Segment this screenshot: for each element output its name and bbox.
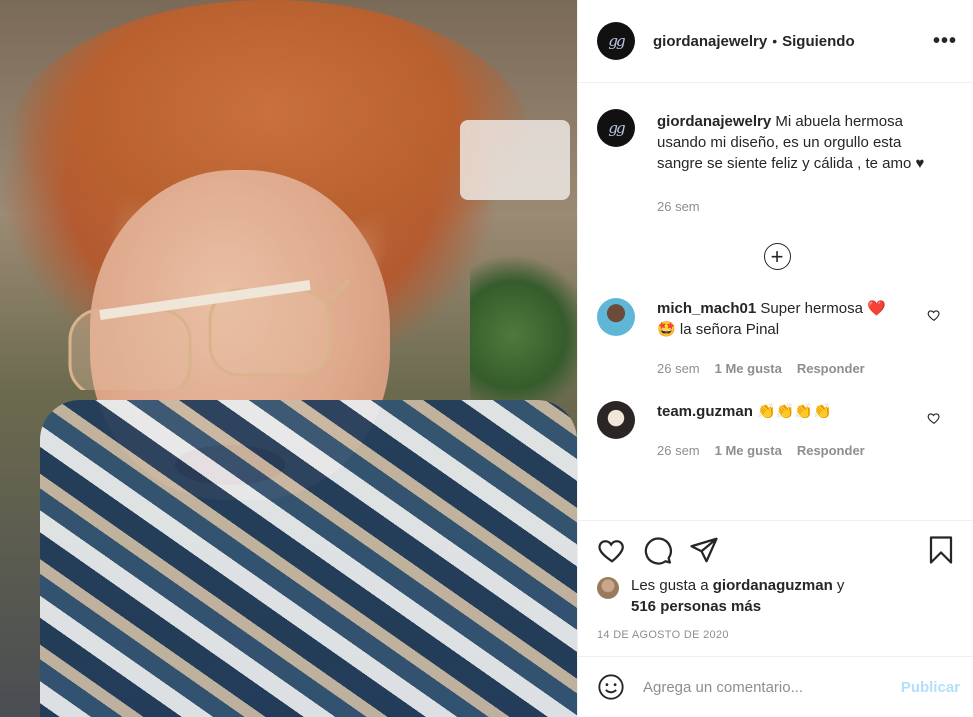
comment-emoji: 👏👏👏👏 bbox=[757, 403, 832, 420]
comment-body: mich_mach01 Super hermosa ❤️ 🤩 la señora… bbox=[657, 298, 907, 379]
post-photo[interactable] bbox=[0, 0, 577, 717]
comment-reply-button[interactable]: Responder bbox=[797, 440, 865, 461]
photo-background-chair bbox=[460, 120, 570, 200]
caption-avatar[interactable]: gg bbox=[597, 109, 635, 147]
comment-avatar[interactable] bbox=[597, 401, 635, 439]
comment-username[interactable]: team.guzman bbox=[657, 403, 753, 420]
photo-background-plant bbox=[470, 250, 577, 420]
comment-username[interactable]: mich_mach01 bbox=[657, 300, 756, 317]
comment-input[interactable]: Agrega un comentario... bbox=[643, 679, 901, 696]
caption-avatar-monogram: gg bbox=[608, 119, 625, 137]
post-actions: Les gusta a giordanaguzman y 516 persona… bbox=[578, 520, 973, 641]
caption-body: giordanajewelry Mi abuela hermosa usando… bbox=[657, 111, 947, 217]
heart-icon[interactable] bbox=[927, 411, 941, 425]
caption-time[interactable]: 26 sem bbox=[657, 196, 947, 217]
comment-text: Super hermosa bbox=[760, 300, 863, 317]
comment-icon[interactable] bbox=[643, 535, 673, 565]
publish-button[interactable]: Publicar bbox=[901, 679, 960, 696]
photo-scarf bbox=[40, 400, 577, 717]
emoji-icon[interactable] bbox=[597, 673, 625, 701]
comment-likes[interactable]: 1 Me gusta bbox=[715, 440, 782, 461]
likes-count[interactable]: 516 personas más bbox=[631, 598, 761, 615]
comment-text: la señora Pinal bbox=[679, 321, 780, 338]
likes-prefix: Les gusta a bbox=[631, 577, 709, 594]
caption-username[interactable]: giordanajewelry bbox=[657, 113, 771, 130]
likes-summary: Les gusta a giordanaguzman y 516 persona… bbox=[597, 575, 956, 617]
comment-emoji: ❤️ bbox=[867, 300, 886, 317]
liker-avatar[interactable] bbox=[597, 577, 619, 599]
load-more-comments[interactable]: + bbox=[597, 243, 957, 270]
comment-time[interactable]: 26 sem bbox=[657, 440, 700, 461]
comment-emoji: 🤩 bbox=[657, 321, 676, 338]
account-avatar[interactable]: gg bbox=[597, 22, 635, 60]
post-date[interactable]: 14 DE AGOSTO DE 2020 bbox=[597, 629, 956, 641]
comment-item: mich_mach01 Super hermosa ❤️ 🤩 la señora… bbox=[597, 298, 957, 379]
action-icons bbox=[597, 535, 956, 565]
heart-icon[interactable] bbox=[927, 308, 941, 322]
separator-dot: • bbox=[772, 33, 778, 49]
add-comment-bar: Agrega un comentario... Publicar bbox=[578, 656, 973, 717]
liker-username[interactable]: giordanaguzman bbox=[713, 577, 833, 594]
bookmark-icon[interactable] bbox=[926, 535, 956, 565]
comments-list[interactable]: gg giordanajewelry Mi abuela hermosa usa… bbox=[578, 83, 973, 519]
photo-glasses bbox=[68, 278, 350, 390]
likes-conj: y bbox=[836, 577, 845, 594]
caption: gg giordanajewelry Mi abuela hermosa usa… bbox=[597, 109, 957, 217]
post-modal: gg giordanajewelry • Siguiendo ••• gg gi… bbox=[0, 0, 973, 717]
follow-button[interactable]: Siguiendo bbox=[782, 33, 855, 50]
comment-likes[interactable]: 1 Me gusta bbox=[715, 358, 782, 379]
plus-circle-icon[interactable]: + bbox=[763, 243, 791, 270]
account-username[interactable]: giordanajewelry bbox=[653, 33, 767, 50]
comment-avatar[interactable] bbox=[597, 298, 635, 336]
comment-body: team.guzman 👏👏👏👏 26 sem 1 Me gusta Respo… bbox=[657, 401, 907, 461]
comment-reply-button[interactable]: Responder bbox=[797, 358, 865, 379]
post-sidebar: gg giordanajewelry • Siguiendo ••• gg gi… bbox=[577, 0, 973, 717]
comment-meta: 26 sem 1 Me gusta Responder bbox=[657, 358, 907, 379]
comment-meta: 26 sem 1 Me gusta Responder bbox=[657, 440, 907, 461]
share-icon[interactable] bbox=[689, 535, 719, 565]
heart-icon[interactable] bbox=[597, 535, 627, 565]
avatar-monogram: gg bbox=[608, 32, 625, 50]
likes-text: Les gusta a giordanaguzman y 516 persona… bbox=[631, 575, 844, 617]
more-icon[interactable]: ••• bbox=[933, 31, 957, 51]
comment-time[interactable]: 26 sem bbox=[657, 358, 700, 379]
post-header: gg giordanajewelry • Siguiendo ••• bbox=[578, 0, 973, 83]
comment-item: team.guzman 👏👏👏👏 26 sem 1 Me gusta Respo… bbox=[597, 401, 957, 461]
